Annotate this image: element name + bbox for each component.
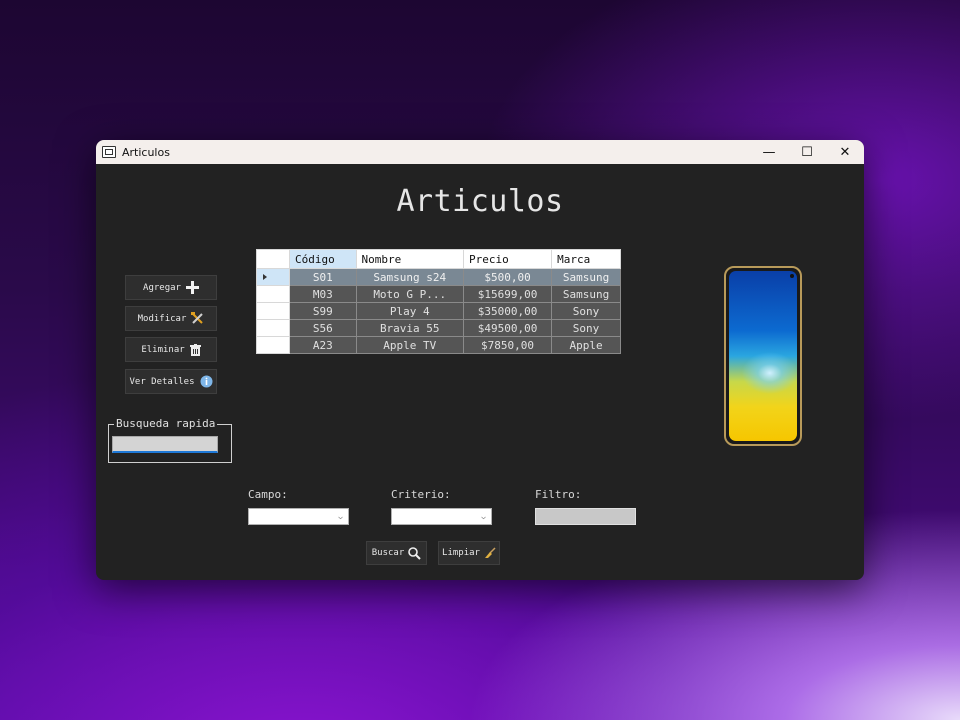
table-row[interactable]: S01 Samsung s24 $500,00 Samsung xyxy=(256,268,621,286)
cell-precio[interactable]: $500,00 xyxy=(462,268,553,286)
limpiar-label: Limpiar xyxy=(442,548,480,558)
col-header-nombre[interactable]: Nombre xyxy=(355,249,464,269)
table-row[interactable]: A23 Apple TV $7850,00 Apple xyxy=(256,336,621,354)
table-row[interactable]: S99 Play 4 $35000,00 Sony xyxy=(256,302,621,320)
cell-marca[interactable]: Apple xyxy=(551,336,621,354)
articulos-grid[interactable]: Código Nombre Precio Marca S01 Samsung s… xyxy=(256,249,621,354)
row-header[interactable] xyxy=(256,285,290,303)
chevron-down-icon: ⌵ xyxy=(338,512,343,521)
cell-marca[interactable]: Sony xyxy=(551,302,621,320)
row-header[interactable] xyxy=(256,319,290,337)
cell-codigo[interactable]: S01 xyxy=(289,268,357,286)
window-title: Articulos xyxy=(122,145,170,159)
cell-codigo[interactable]: S56 xyxy=(289,319,357,337)
product-image xyxy=(724,266,802,446)
minimize-button[interactable]: — xyxy=(750,140,788,164)
cell-precio[interactable]: $7850,00 xyxy=(462,336,553,354)
cell-precio[interactable]: $15699,00 xyxy=(462,285,553,303)
articulos-window: Articulos — ☐ ✕ Articulos Agregar Modifi… xyxy=(96,140,864,580)
row-header[interactable] xyxy=(256,302,290,320)
limpiar-button[interactable]: Limpiar xyxy=(438,541,500,565)
info-icon xyxy=(200,375,213,388)
modificar-label: Modificar xyxy=(137,313,187,324)
criterio-select[interactable]: ⌵ xyxy=(391,508,492,525)
row-header-selected[interactable] xyxy=(256,268,290,286)
cell-precio[interactable]: $35000,00 xyxy=(462,302,553,320)
cell-codigo[interactable]: M03 xyxy=(289,285,357,303)
eliminar-label: Eliminar xyxy=(141,344,185,355)
buscar-label: Buscar xyxy=(371,548,405,558)
filtro-label: Filtro: xyxy=(535,488,582,501)
cell-nombre[interactable]: Moto G P... xyxy=(355,285,464,303)
table-row[interactable]: S56 Bravia 55 $49500,00 Sony xyxy=(256,319,621,337)
agregar-button[interactable]: Agregar xyxy=(125,275,217,300)
cell-marca[interactable]: Sony xyxy=(551,319,621,337)
eliminar-button[interactable]: Eliminar xyxy=(125,337,217,362)
plus-icon xyxy=(185,281,199,294)
cell-marca[interactable]: Samsung xyxy=(551,285,621,303)
broom-icon xyxy=(484,547,496,558)
grid-header-row: Código Nombre Precio Marca xyxy=(256,249,621,269)
title-bar: Articulos — ☐ ✕ xyxy=(96,140,864,164)
cell-nombre[interactable]: Play 4 xyxy=(355,302,464,320)
cell-codigo[interactable]: S99 xyxy=(289,302,357,320)
cell-nombre[interactable]: Bravia 55 xyxy=(355,319,464,337)
campo-select[interactable]: ⌵ xyxy=(248,508,349,525)
agregar-label: Agregar xyxy=(143,282,181,293)
table-row[interactable]: M03 Moto G P... $15699,00 Samsung xyxy=(256,285,621,303)
phone-screen xyxy=(729,271,797,441)
cell-nombre[interactable]: Samsung s24 xyxy=(355,268,464,286)
buscar-button[interactable]: Buscar xyxy=(366,541,427,565)
search-icon xyxy=(408,546,421,560)
col-header-precio[interactable]: Precio xyxy=(462,249,553,269)
grid-corner[interactable] xyxy=(256,249,290,269)
quick-search-legend: Busqueda rapida xyxy=(114,417,218,430)
phone-camera xyxy=(790,274,794,278)
form-heading: Articulos xyxy=(396,184,564,219)
cell-codigo[interactable]: A23 xyxy=(289,336,357,354)
modificar-button[interactable]: Modificar xyxy=(125,306,217,331)
maximize-button[interactable]: ☐ xyxy=(788,140,826,164)
ver-detalles-label: Ver Detalles xyxy=(129,376,195,387)
cell-marca[interactable]: Samsung xyxy=(551,268,621,286)
close-button[interactable]: ✕ xyxy=(826,140,864,164)
col-header-marca[interactable]: Marca xyxy=(551,249,621,269)
col-header-codigo[interactable]: Código xyxy=(289,249,357,269)
cell-nombre[interactable]: Apple TV xyxy=(355,336,464,354)
filtro-input[interactable] xyxy=(535,508,636,525)
chevron-down-icon: ⌵ xyxy=(481,512,486,521)
cell-precio[interactable]: $49500,00 xyxy=(462,319,553,337)
criterio-label: Criterio: xyxy=(391,488,451,501)
ver-detalles-button[interactable]: Ver Detalles xyxy=(125,369,217,394)
trash-icon xyxy=(189,343,201,356)
row-header[interactable] xyxy=(256,336,290,354)
app-icon xyxy=(102,146,116,158)
tools-icon xyxy=(191,312,204,324)
campo-label: Campo: xyxy=(248,488,288,501)
quick-search-input[interactable] xyxy=(112,436,218,453)
quick-search-group: Busqueda rapida xyxy=(108,417,232,463)
